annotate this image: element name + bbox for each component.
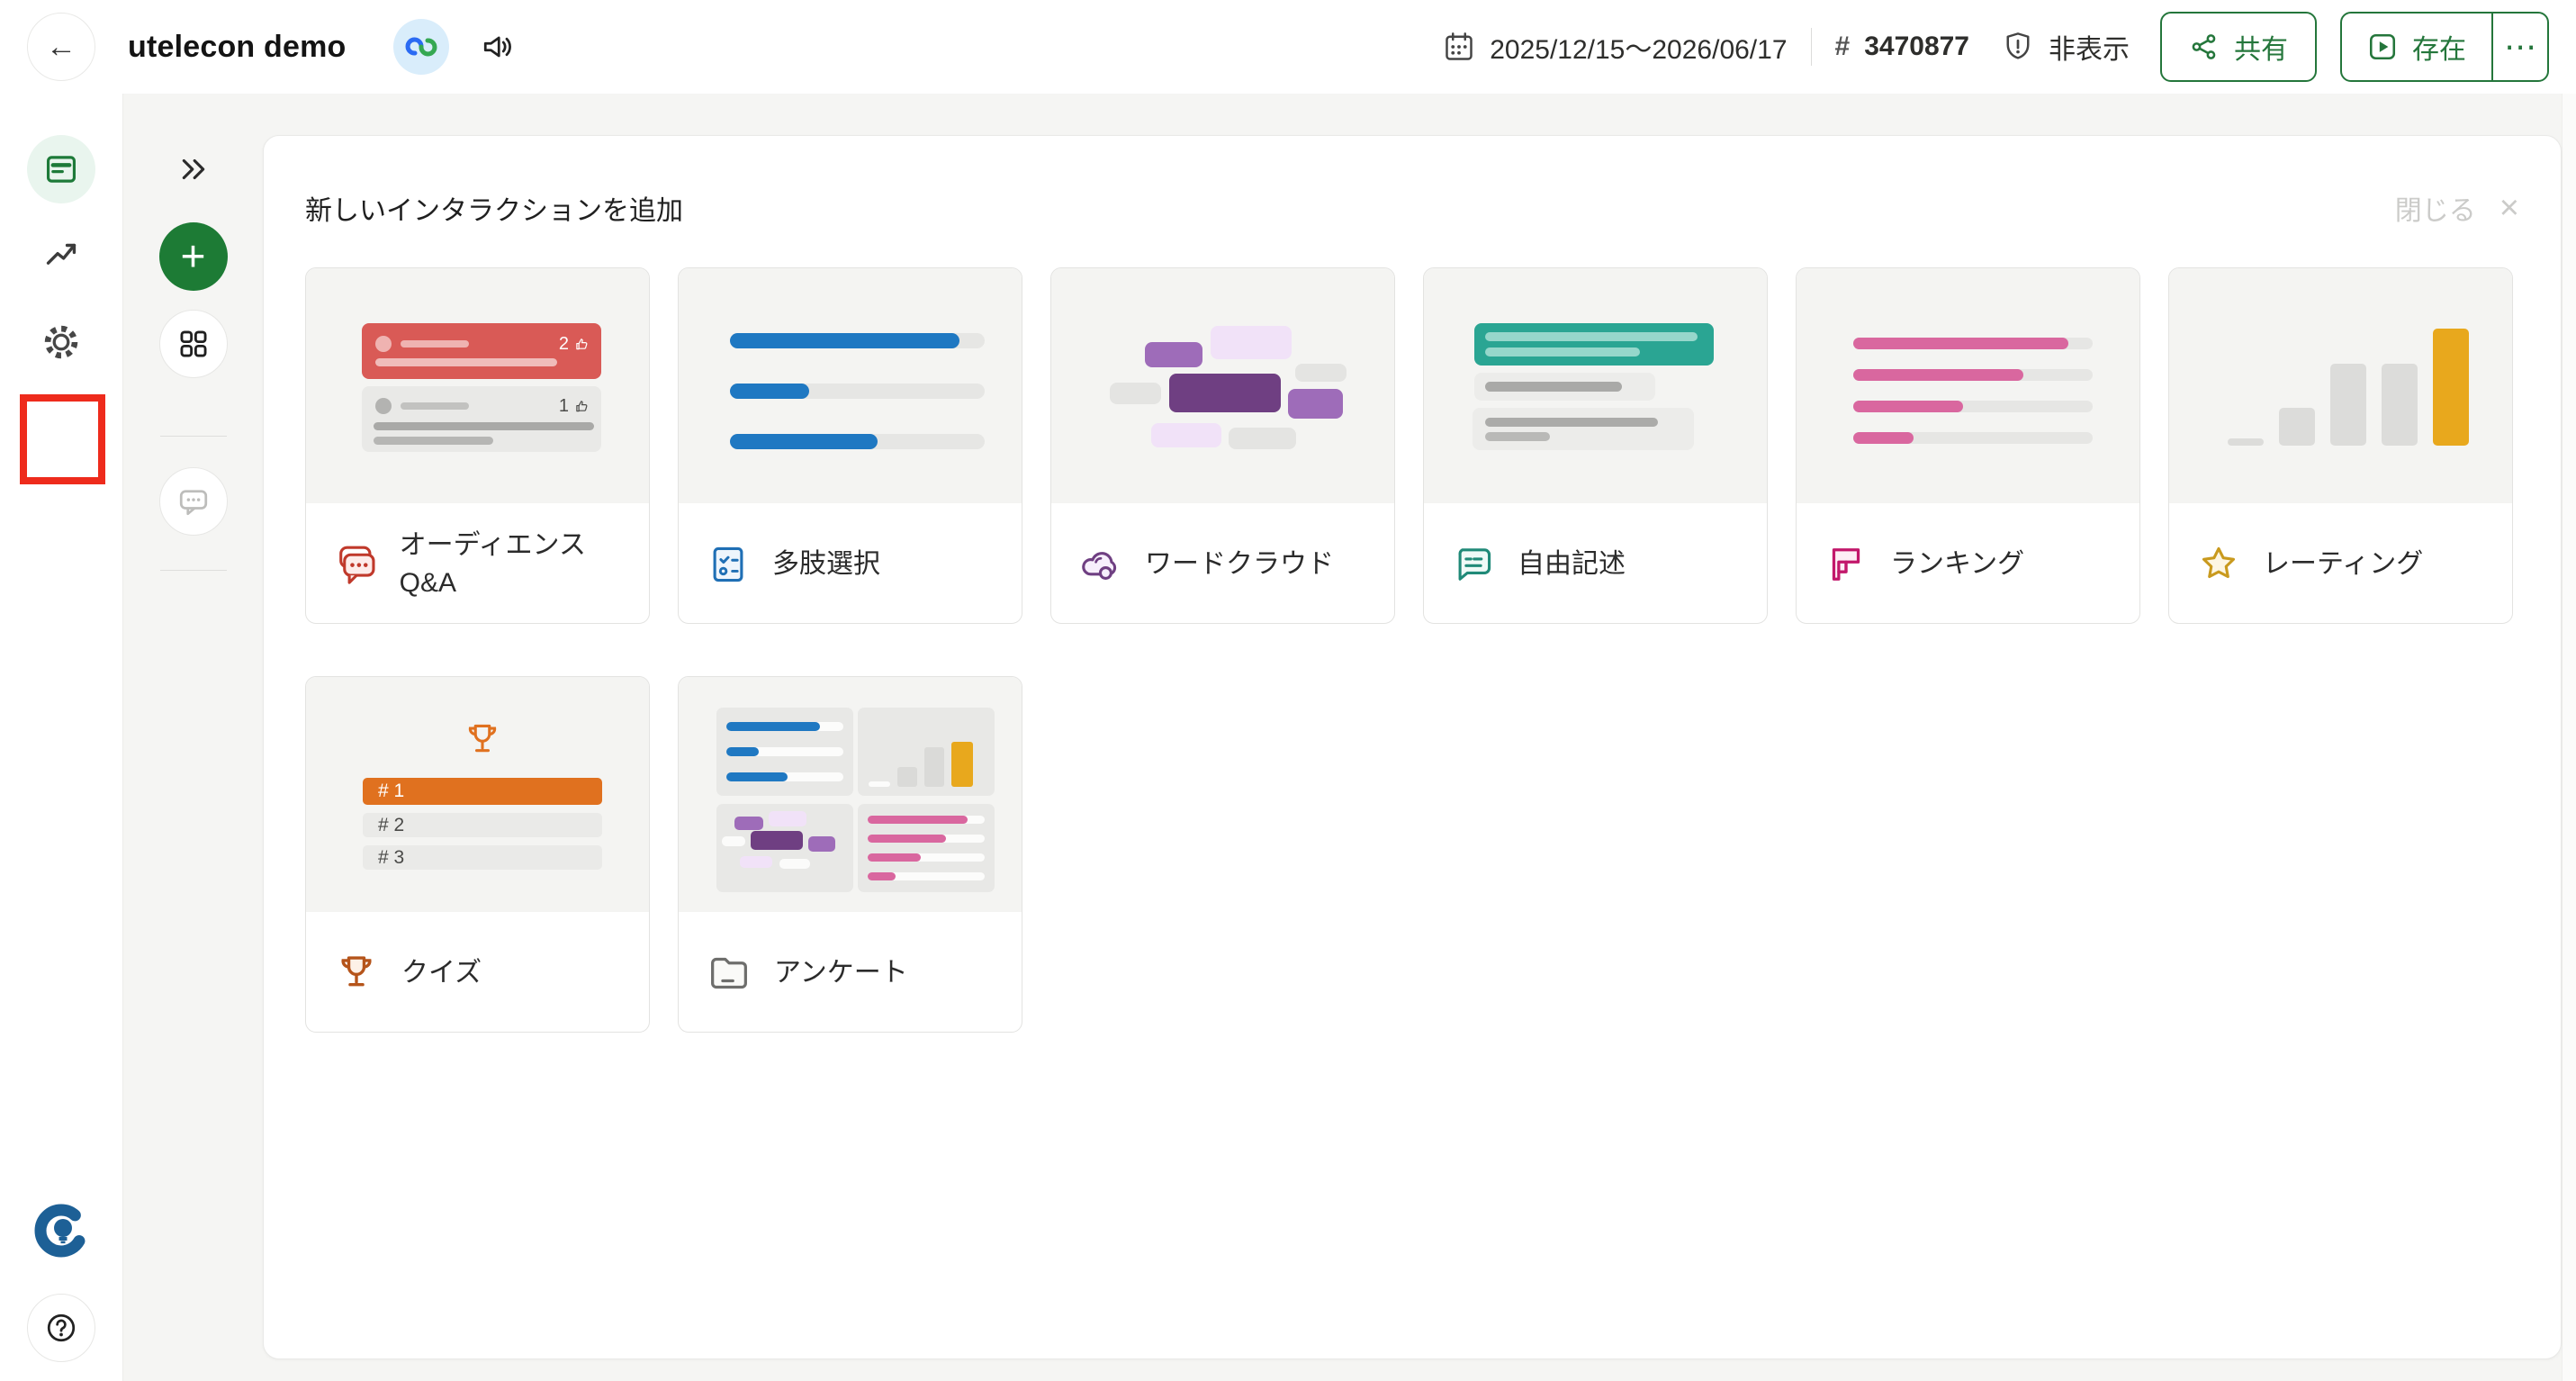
- calendar-icon: [1443, 31, 1475, 63]
- share-icon: [2189, 32, 2220, 62]
- page-title: utelecon demo: [128, 30, 347, 65]
- thumbs-up-icon: [575, 338, 589, 351]
- interaction-card-rating[interactable]: レーティング: [2168, 267, 2513, 624]
- trophy-icon: [335, 952, 378, 995]
- rail-divider: [160, 570, 227, 571]
- card-label: ランキング: [1890, 546, 2024, 583]
- megaphone-icon: [480, 29, 516, 65]
- settings-gear-icon: [41, 321, 82, 363]
- card-label: 多肢選択: [772, 546, 880, 583]
- ranking-steps-icon: [1825, 544, 1867, 585]
- help-question-icon: [43, 1310, 79, 1346]
- text-bubble-icon: [1453, 544, 1494, 585]
- card-label: アンケート: [774, 954, 908, 992]
- add-interaction-button[interactable]: +: [159, 222, 228, 291]
- thumbs-up-icon: [575, 400, 589, 413]
- shield-alert-icon: [2002, 31, 2034, 63]
- quiz-rank-label: # 2: [378, 815, 404, 836]
- interaction-card-open-text[interactable]: 自由記述: [1423, 267, 1768, 624]
- ellipsis-icon: ⋯: [2504, 28, 2536, 66]
- multiple-choice-preview-image: [679, 268, 1022, 503]
- scrollbar-track[interactable]: [2562, 94, 2576, 1381]
- poll-list-icon: [42, 150, 80, 188]
- present-label: 存在: [2412, 27, 2466, 67]
- grid-icon: [176, 327, 211, 361]
- interactions-grid-button[interactable]: [159, 310, 228, 378]
- left-sidebar: [0, 94, 123, 1381]
- sidebar-item-settings[interactable]: [27, 308, 95, 376]
- share-label: 共有: [2234, 27, 2288, 67]
- card-label: クイズ: [401, 954, 482, 992]
- add-interaction-panel: 新しいインタラクションを追加 閉じる × 2: [263, 135, 2562, 1359]
- event-code: # 3470877: [1835, 32, 1969, 62]
- card-label: 自由記述: [1518, 546, 1626, 583]
- qa-preview-image: 2 1: [306, 268, 649, 503]
- annotation-rectangle: [20, 394, 105, 484]
- qa-like-count: 2: [559, 334, 569, 355]
- qa-chat-button[interactable]: [159, 467, 228, 536]
- close-label: 閉じる: [2395, 188, 2476, 228]
- visibility-status[interactable]: 非表示: [2002, 27, 2130, 67]
- card-label: オーディエンス Q&A: [400, 527, 638, 602]
- plus-icon: +: [180, 232, 205, 282]
- date-range-text: 2025/12/15〜2026/06/17: [1490, 27, 1787, 67]
- interaction-card-audience-qa[interactable]: 2 1: [305, 267, 650, 624]
- card-label: ワードクラウド: [1145, 546, 1334, 583]
- panel-title: 新しいインタラクションを追加: [305, 188, 683, 228]
- announce-button[interactable]: [480, 29, 516, 65]
- checklist-icon: [707, 544, 749, 585]
- interaction-card-ranking[interactable]: ランキング: [1796, 267, 2140, 624]
- help-button[interactable]: [27, 1294, 95, 1362]
- qa-bubbles-icon: [335, 543, 376, 586]
- ranking-preview-image: [1797, 268, 2139, 503]
- survey-preview-image: [679, 677, 1022, 912]
- interaction-card-survey[interactable]: アンケート: [678, 676, 1022, 1033]
- interactions-rail: +: [123, 94, 263, 1381]
- cloud-icon: [1080, 544, 1121, 585]
- qa-like-count: 1: [559, 396, 569, 417]
- chat-bubble-icon: [176, 483, 212, 519]
- share-button[interactable]: 共有: [2160, 12, 2317, 82]
- sidebar-item-polls[interactable]: [27, 135, 95, 203]
- present-play-icon: [2367, 32, 2398, 62]
- event-code-text: 3470877: [1864, 32, 1969, 62]
- quiz-rank-label: # 3: [378, 847, 404, 869]
- collapse-rail-button[interactable]: [159, 135, 228, 203]
- quiz-preview-image: # 1 # 2 # 3: [306, 677, 649, 912]
- trophy-icon-small: [463, 720, 502, 760]
- webex-logo-icon: [405, 31, 437, 63]
- present-split-button: 存在 ⋯: [2340, 12, 2549, 82]
- slido-logo[interactable]: [27, 1196, 95, 1265]
- close-panel-button[interactable]: 閉じる ×: [2395, 188, 2519, 228]
- interaction-card-multiple-choice[interactable]: 多肢選択: [678, 267, 1022, 624]
- double-chevron-right-icon: [176, 152, 211, 186]
- quiz-rank-label: # 1: [378, 781, 404, 802]
- app-header: ← utelecon demo 2025/12/15〜2026/06/17: [0, 0, 2576, 94]
- card-label: レーティング: [2263, 546, 2423, 583]
- interaction-card-quiz[interactable]: # 1 # 2 # 3 クイズ: [305, 676, 650, 1033]
- sidebar-item-analytics[interactable]: [27, 221, 95, 289]
- back-button[interactable]: ←: [27, 13, 95, 81]
- slido-bulb-logo-icon: [31, 1200, 92, 1261]
- rail-divider: [160, 436, 227, 437]
- hash-icon: #: [1835, 32, 1851, 62]
- interaction-card-word-cloud[interactable]: ワードクラウド: [1050, 267, 1395, 624]
- trending-up-icon: [42, 236, 80, 274]
- open-text-preview-image: [1424, 268, 1767, 503]
- header-divider: [1811, 28, 1812, 66]
- event-dates: 2025/12/15〜2026/06/17: [1443, 27, 1787, 67]
- webex-badge[interactable]: [393, 19, 449, 75]
- visibility-label: 非表示: [2049, 27, 2130, 67]
- more-options-button[interactable]: ⋯: [2491, 14, 2547, 80]
- folder-icon: [707, 952, 751, 995]
- present-button[interactable]: 存在: [2342, 14, 2491, 80]
- close-x-icon: ×: [2499, 191, 2519, 225]
- star-icon: [2198, 544, 2239, 585]
- word-cloud-preview-image: [1051, 268, 1394, 503]
- rating-preview-image: [2169, 268, 2512, 503]
- back-arrow-icon: ←: [46, 30, 77, 65]
